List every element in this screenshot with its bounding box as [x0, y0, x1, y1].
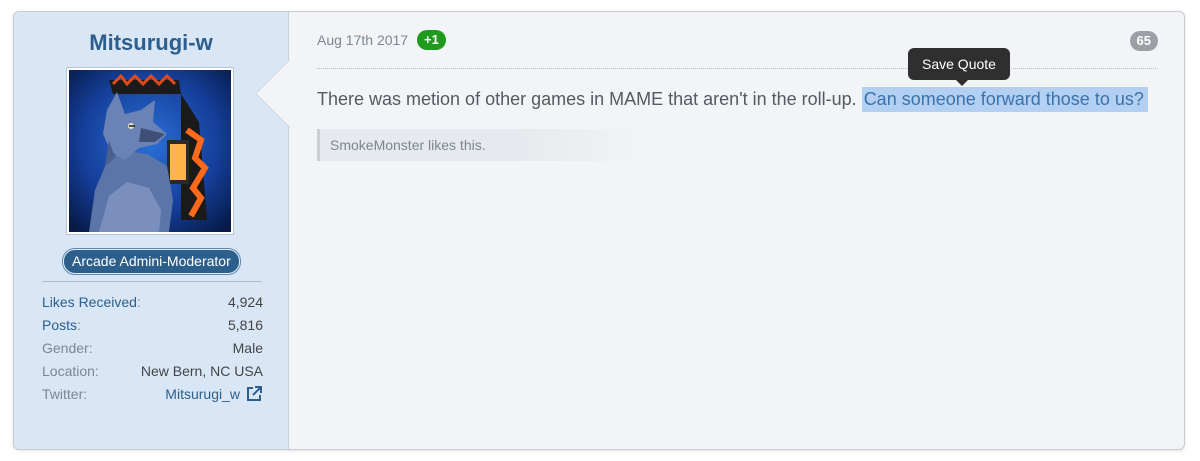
likes-summary[interactable]: SmokeMonster likes this.: [317, 129, 647, 161]
user-stats: Likes Received: 4,924 Posts: 5,816 Gende…: [42, 290, 263, 405]
stat-location: Location: New Bern, NC USA: [42, 359, 263, 382]
stat-likes-received: Likes Received: 4,924: [42, 290, 263, 313]
stat-posts: Posts: 5,816: [42, 313, 263, 336]
forum-post: Mitsurugi-w Arcade Admini-Moderator Like…: [13, 11, 1185, 450]
post-header-divider: [317, 68, 1158, 69]
stat-label-location: Location:: [42, 362, 99, 379]
stat-label-posts[interactable]: Posts:: [42, 317, 81, 333]
user-sidebar: Mitsurugi-w Arcade Admini-Moderator Like…: [14, 12, 289, 449]
username[interactable]: Mitsurugi-w: [14, 30, 288, 56]
sidebar-divider: [42, 281, 262, 282]
stat-twitter: Twitter: Mitsurugi_w: [42, 382, 263, 405]
post-date[interactable]: Aug 17th 2017: [317, 32, 408, 48]
post-message-text: There was metion of other games in MAME …: [317, 89, 862, 109]
stat-value-gender: Male: [232, 339, 263, 356]
stat-gender: Gender: Male: [42, 336, 263, 359]
user-role-badge: Arcade Admini-Moderator: [63, 249, 240, 274]
stat-value-likes: 4,924: [227, 293, 263, 310]
stat-value-location: New Bern, NC USA: [140, 362, 263, 379]
post-content: Aug 17th 2017 +1 65 There was metion of …: [290, 12, 1184, 449]
stat-label-likes[interactable]: Likes Received:: [42, 294, 141, 310]
stat-label-twitter: Twitter:: [42, 385, 88, 402]
reputation-badge[interactable]: +1: [417, 30, 446, 50]
save-quote-tooltip-tail: [955, 79, 969, 86]
twitter-handle[interactable]: Mitsurugi_w: [165, 386, 240, 402]
external-link-icon[interactable]: [245, 385, 263, 403]
stat-value-posts: 5,816: [227, 316, 263, 333]
stat-label-gender: Gender:: [42, 339, 93, 356]
post-number-badge[interactable]: 65: [1129, 31, 1158, 51]
twitter-link[interactable]: Mitsurugi_w: [165, 385, 263, 403]
avatar[interactable]: [66, 67, 234, 235]
avatar-image: [69, 70, 231, 232]
selected-text[interactable]: Can someone forward those to us?: [861, 87, 1148, 112]
save-quote-button[interactable]: Save Quote: [908, 48, 1010, 80]
post-message: There was metion of other games in MAME …: [317, 87, 1148, 112]
